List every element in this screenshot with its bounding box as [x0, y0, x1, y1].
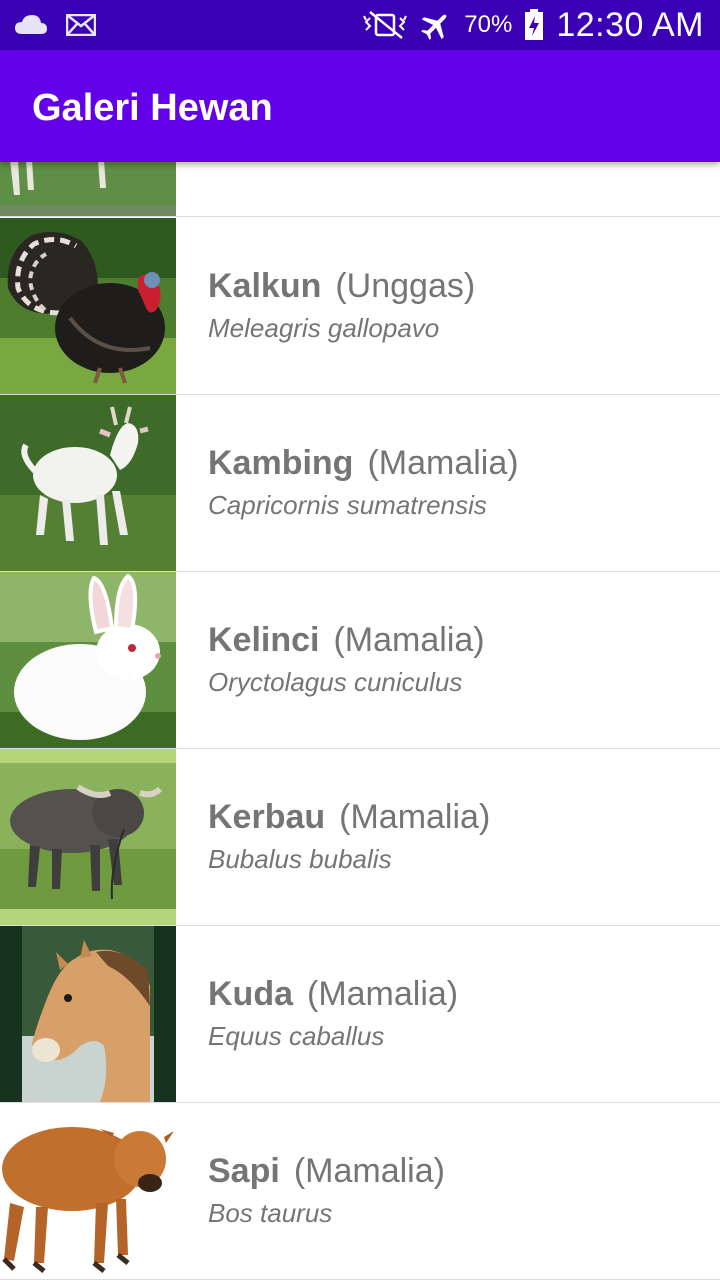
animal-class: (Mamalia)	[307, 975, 459, 1013]
animal-name: Kambing	[208, 444, 354, 482]
animal-latin-name: Meleagris gallopavo	[208, 313, 440, 343]
animal-latin-name: Bos taurus	[208, 1198, 333, 1228]
app-bar: Galeri Hewan	[0, 50, 720, 162]
clock: 12:30 AM	[556, 5, 704, 44]
kelinci-image	[0, 572, 176, 748]
kerbau-image	[0, 749, 176, 925]
animal-latin-name: Capricornis sumatrensis	[208, 490, 487, 520]
list-item-kalkun[interactable]: Kalkun (Unggas) Meleagris gallopavo	[0, 218, 720, 395]
animal-name: Kelinci	[208, 621, 320, 659]
status-bar: 70% 12:30 AM	[0, 0, 720, 50]
list-item-partial[interactable]	[0, 162, 720, 217]
animal-list[interactable]: Kalkun (Unggas) Meleagris gallopavo Kambi…	[0, 162, 720, 1280]
cloud-icon	[14, 14, 48, 36]
list-item-kelinci[interactable]: Kelinci (Mamalia) Oryctolagus cuniculus	[0, 572, 720, 749]
animal-class: (Unggas)	[335, 267, 476, 305]
animal-latin-name: Oryctolagus cuniculus	[208, 667, 463, 697]
vibrate-mute-icon	[362, 10, 408, 40]
animal-thumbnail	[0, 162, 176, 216]
animal-class: (Mamalia)	[293, 1152, 445, 1190]
list-item-kambing[interactable]: Kambing (Mamalia) Capricornis sumatrensis	[0, 395, 720, 572]
list-item-kerbau[interactable]: Kerbau (Mamalia) Bubalus bubalis	[0, 749, 720, 926]
battery-percentage: 70%	[464, 11, 513, 38]
kambing-image	[0, 395, 176, 571]
animal-latin-name: Equus caballus	[208, 1021, 385, 1051]
animal-latin-name: Bubalus bubalis	[208, 844, 392, 874]
animal-name: Kerbau	[208, 798, 326, 836]
animal-class: (Mamalia)	[339, 798, 491, 836]
kuda-image	[0, 926, 176, 1102]
animal-name: Kuda	[208, 975, 293, 1013]
kalkun-image	[0, 218, 176, 394]
mail-icon	[66, 14, 96, 36]
page-title: Galeri Hewan	[32, 87, 273, 129]
animal-class: (Mamalia)	[367, 444, 519, 482]
sapi-image	[0, 1103, 176, 1279]
list-item-sapi[interactable]: Sapi (Mamalia) Bos taurus	[0, 1103, 720, 1280]
list-item-kuda[interactable]: Kuda (Mamalia) Equus caballus	[0, 926, 720, 1103]
animal-class: (Mamalia)	[333, 621, 485, 659]
battery-charging-icon	[524, 9, 544, 41]
animal-name: Sapi	[208, 1152, 280, 1190]
airplane-icon	[420, 9, 452, 41]
animal-name: Kalkun	[208, 267, 322, 305]
